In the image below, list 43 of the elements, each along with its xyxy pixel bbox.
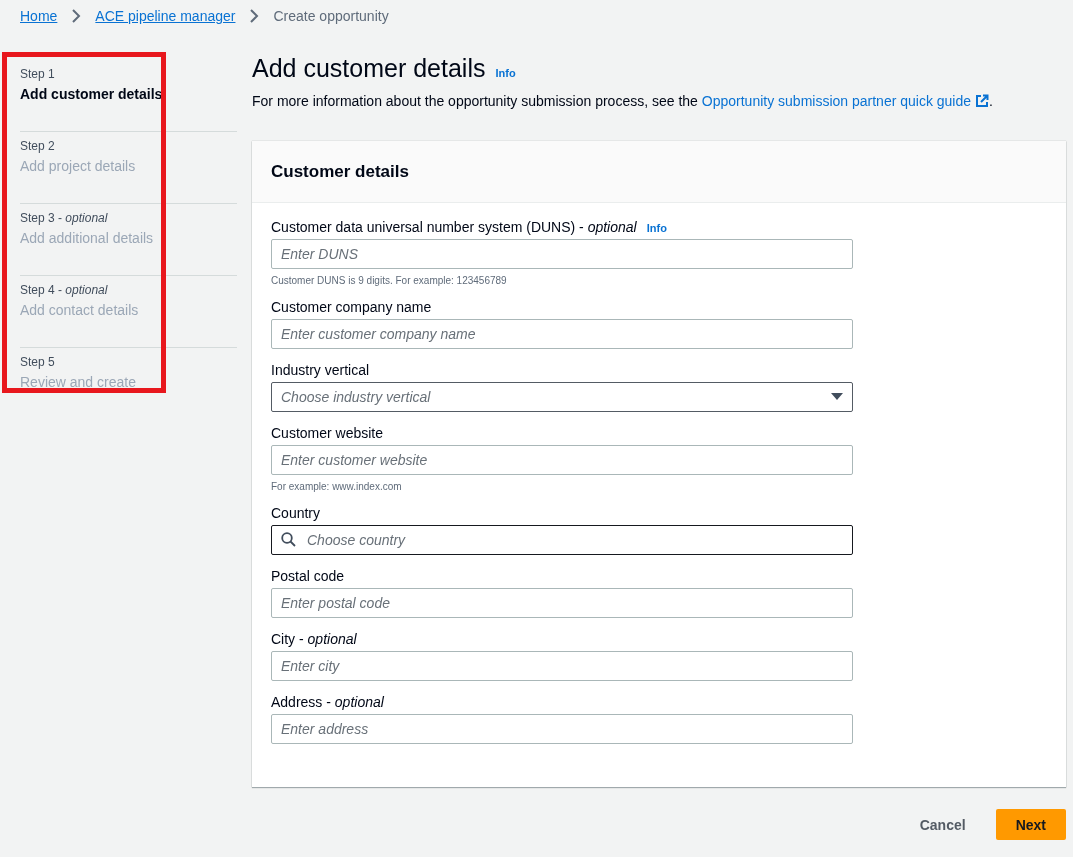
- field-label: Address - optional: [271, 694, 384, 710]
- field-label: Customer data universal number system (DUNS) - optional: [271, 219, 637, 235]
- field-hint: For example: www.index.com: [271, 481, 403, 492]
- card-title: Customer details: [271, 161, 409, 182]
- search-field[interactable]: Choose country: [271, 525, 853, 555]
- step-number: Step 4 - optional: [20, 283, 108, 297]
- step-link[interactable]: Add contact details: [20, 302, 139, 318]
- step-number: Step 2: [20, 139, 55, 153]
- step-link[interactable]: Add customer details: [20, 86, 163, 102]
- field-label: Industry vertical: [271, 362, 370, 378]
- input-field[interactable]: Enter address: [271, 714, 853, 744]
- field-label: City - optional: [271, 631, 357, 647]
- next-button[interactable]: Next: [995, 809, 1066, 840]
- search-icon: [281, 532, 296, 547]
- step-number: Step 1: [20, 67, 55, 81]
- dropdown-field[interactable]: Choose industry vertical: [271, 382, 853, 412]
- chevron-right-icon: [249, 9, 260, 23]
- input-field[interactable]: Enter DUNS: [271, 239, 853, 269]
- step-number: Step 5: [20, 355, 55, 369]
- page-description: For more information about the opportunity submission process, see the Opportunity submission partner quick guide .: [252, 93, 994, 109]
- breadcrumb-link[interactable]: Home: [20, 8, 58, 24]
- input-field[interactable]: Enter city: [271, 651, 853, 681]
- field-label: Postal code: [271, 568, 345, 584]
- input-field[interactable]: Enter customer website: [271, 445, 853, 475]
- breadcrumb-link[interactable]: ACE pipeline manager: [95, 8, 236, 24]
- info-link[interactable]: Info: [495, 67, 516, 79]
- guide-link[interactable]: Opportunity submission partner quick guide: [701, 93, 989, 109]
- page-title: Add customer details: [252, 54, 486, 83]
- caret-down-icon: [831, 393, 843, 401]
- step-number: Step 3 - optional: [20, 211, 108, 225]
- step-link[interactable]: Add additional details: [20, 230, 154, 246]
- field-label: Customer website: [271, 425, 384, 441]
- input-field[interactable]: Enter customer company name: [271, 319, 853, 349]
- breadcrumb-current: Create opportunity: [273, 8, 389, 24]
- cancel-button[interactable]: Cancel: [899, 809, 986, 840]
- field-label: Customer company name: [271, 299, 432, 315]
- field-label: Country: [271, 505, 321, 521]
- chevron-right-icon: [71, 9, 82, 23]
- info-link[interactable]: Info: [646, 222, 667, 234]
- field-hint: Customer DUNS is 9 digits. For example: 123456789: [271, 275, 508, 286]
- external-link-icon: [974, 94, 989, 108]
- input-field[interactable]: Enter postal code: [271, 588, 853, 618]
- step-link[interactable]: Add project details: [20, 158, 136, 174]
